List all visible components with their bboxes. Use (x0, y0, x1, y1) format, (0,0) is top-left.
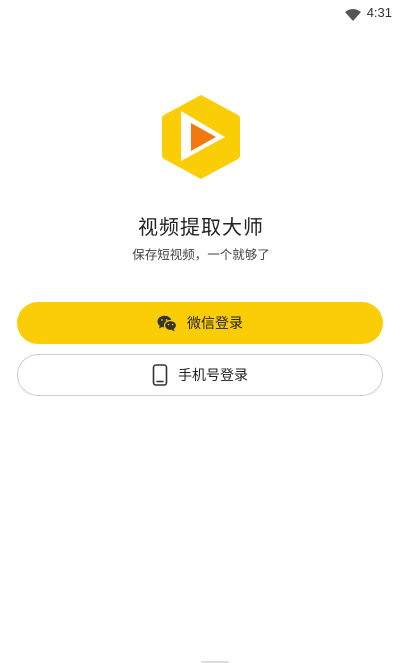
login-screen: 4:31 视频提取大师 保存短视频，一个就够了 微信登录 手机号登录 (0, 0, 402, 663)
wifi-icon (344, 6, 361, 21)
wechat-login-button[interactable]: 微信登录 (17, 302, 383, 344)
phone-login-button[interactable]: 手机号登录 (17, 354, 383, 396)
wechat-login-label: 微信登录 (187, 316, 243, 332)
app-subtitle: 保存短视频，一个就够了 (132, 247, 270, 262)
play-hexagon-logo (161, 93, 241, 181)
status-time: 4:31 (366, 4, 392, 20)
phone-icon (152, 364, 168, 386)
status-bar: 4:31 (0, 0, 402, 24)
wechat-icon (157, 315, 177, 332)
phone-login-label: 手机号登录 (178, 368, 248, 384)
app-title: 视频提取大师 (138, 215, 264, 239)
